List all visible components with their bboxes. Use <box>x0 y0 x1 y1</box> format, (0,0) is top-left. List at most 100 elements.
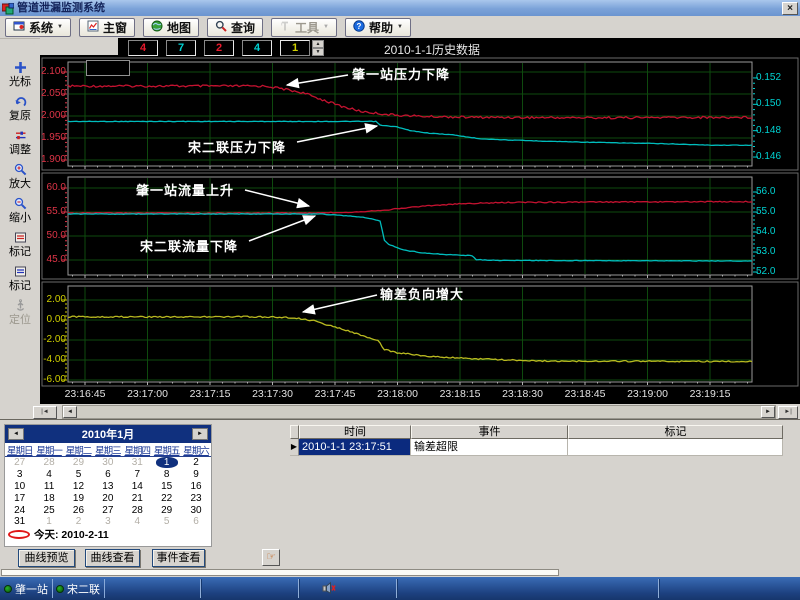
calendar-weekday-label: 星期五 <box>152 443 181 457</box>
chart-title: 2010-1-1历史数据 <box>312 41 552 58</box>
calendar-day[interactable]: 7 <box>123 469 152 480</box>
calendar-day[interactable]: 30 <box>93 457 122 468</box>
calendar-day[interactable]: 31 <box>123 457 152 468</box>
scroll-right-arrow[interactable]: ► <box>761 406 775 418</box>
scroll-left-arrow[interactable]: ◄ <box>63 406 77 418</box>
action-button[interactable]: 曲线查看 <box>85 549 140 567</box>
calendar-day[interactable]: 10 <box>5 481 34 492</box>
calendar-today-row[interactable]: 今天: 2010-2-11 <box>8 527 109 542</box>
calendar-day[interactable]: 16 <box>181 481 210 492</box>
sidebar-tool-adjust[interactable]: 调整 <box>0 129 40 157</box>
calendar-day[interactable]: 14 <box>123 481 152 492</box>
event-time-cell: 2010-1-1 23:17:51 <box>299 439 411 456</box>
x-axis-label: 23:18:00 <box>368 388 428 400</box>
calendar-day[interactable]: 31 <box>5 516 34 527</box>
calendar-day[interactable]: 27 <box>5 457 34 468</box>
calendar-day[interactable]: 4 <box>123 516 152 527</box>
today-label: 今天: 2010-2-11 <box>34 527 109 542</box>
apply-button[interactable]: ☞ <box>262 549 280 566</box>
calendar-weekdays: 星期日星期一星期二星期三星期四星期五星期六 <box>5 443 211 457</box>
goto-start-button[interactable]: |◄ <box>33 406 57 419</box>
calendar-day[interactable]: 1 <box>34 516 63 527</box>
x-axis-label: 23:17:15 <box>180 388 240 400</box>
calendar-day[interactable]: 30 <box>181 505 210 516</box>
calendar-day[interactable]: 3 <box>93 516 122 527</box>
row-pointer-icon: ▶ <box>290 439 299 456</box>
sidebar-tool-cursor-cross[interactable]: 光标 <box>0 61 40 89</box>
calendar-day[interactable]: 2 <box>64 516 93 527</box>
calendar-day[interactable]: 3 <box>5 469 34 480</box>
calendar-day[interactable]: 15 <box>152 481 181 492</box>
sidebar-tool-mark-red[interactable]: 标记 <box>0 231 40 259</box>
x-axis-label: 23:19:00 <box>618 388 678 400</box>
toolbar-button-map[interactable]: 地图 <box>143 18 199 37</box>
calendar-day[interactable]: 28 <box>123 505 152 516</box>
status-separator <box>298 579 299 598</box>
station-status-icon <box>4 585 12 593</box>
calendar-day[interactable]: 6 <box>93 469 122 480</box>
dropdown-arrow-icon: ▼ <box>397 24 403 30</box>
undo-icon <box>14 95 27 110</box>
goto-end-button[interactable]: ►| <box>778 406 798 419</box>
calendar-day[interactable]: 5 <box>152 516 181 527</box>
calendar-day[interactable]: 2 <box>181 457 210 468</box>
calendar-day[interactable]: 19 <box>64 493 93 504</box>
x-axis-label: 23:18:30 <box>493 388 553 400</box>
toolbar-button-system[interactable]: 系统▼ <box>5 18 71 37</box>
sidebar-tool-zoom-out[interactable]: 缩小 <box>0 197 40 225</box>
calendar-day[interactable]: 13 <box>93 481 122 492</box>
calendar-day[interactable]: 29 <box>152 505 181 516</box>
toolbar-button-help[interactable]: ?帮助▼ <box>345 18 411 37</box>
calendar-day[interactable]: 27 <box>93 505 122 516</box>
event-table-row[interactable]: ▶2010-1-1 23:17:51输差超限 <box>290 439 784 456</box>
calendar-day[interactable]: 23 <box>181 493 210 504</box>
sidebar-tool-zoom-in[interactable]: 放大 <box>0 163 40 191</box>
calendar-day[interactable]: 9 <box>181 469 210 480</box>
action-button[interactable]: 事件查看 <box>152 549 205 567</box>
calendar-next-button[interactable]: ► <box>192 428 208 440</box>
x-axis-label: 23:16:45 <box>55 388 115 400</box>
calendar-day[interactable]: 5 <box>64 469 93 480</box>
calendar-day[interactable]: 17 <box>5 493 34 504</box>
calendar-day[interactable]: 11 <box>34 481 63 492</box>
cursor-cross-icon <box>14 61 27 76</box>
status-separator <box>200 579 201 598</box>
action-button[interactable]: 曲线预览 <box>18 549 75 567</box>
sidebar-tool-label: 复原 <box>9 110 31 123</box>
tools-icon <box>279 20 291 35</box>
calendar-day[interactable]: 12 <box>64 481 93 492</box>
calendar-day[interactable]: 20 <box>93 493 122 504</box>
calendar-day[interactable]: 25 <box>34 505 63 516</box>
adjust-icon <box>14 129 27 144</box>
calendar-day[interactable]: 29 <box>64 457 93 468</box>
toolbar-button-label: 帮助 <box>369 19 393 36</box>
toolbar-button-main-window[interactable]: 主窗 <box>79 18 135 37</box>
today-marker-icon <box>8 530 30 539</box>
calendar-day[interactable]: 4 <box>34 469 63 480</box>
calendar-day[interactable]: 18 <box>34 493 63 504</box>
app-icon <box>2 2 14 14</box>
calendar-weekday-label: 星期六 <box>181 443 210 457</box>
toolbar-button-query[interactable]: 查询 <box>207 18 263 37</box>
calendar-day[interactable]: 26 <box>64 505 93 516</box>
calendar-day[interactable]: 22 <box>152 493 181 504</box>
calendar-day[interactable]: 6 <box>181 516 210 527</box>
calendar-day[interactable]: 8 <box>152 469 181 480</box>
calendar-day[interactable]: 28 <box>34 457 63 468</box>
calendar-day[interactable]: 1 <box>156 457 178 468</box>
calendar-day[interactable]: 24 <box>5 505 34 516</box>
calendar-day[interactable]: 21 <box>123 493 152 504</box>
calendar-prev-button[interactable]: ◄ <box>8 428 24 440</box>
column-header: 事件 <box>411 425 568 439</box>
sidebar-tool-mark-blue[interactable]: 标记 <box>0 265 40 293</box>
chart-annotation: 输差负向增大 <box>380 284 464 303</box>
sidebar-tool-undo[interactable]: 复原 <box>0 95 40 123</box>
close-button[interactable]: × <box>782 2 798 15</box>
locate-icon <box>14 299 27 314</box>
event-mark-cell <box>568 439 783 456</box>
chart-scrollbar[interactable]: ◄ ► <box>62 405 776 419</box>
toolbar-button-label: 地图 <box>167 19 191 36</box>
legend-box <box>86 60 130 76</box>
station-label: 宋二联 <box>67 581 100 597</box>
calendar-header: ◄ 2010年1月 ► <box>5 425 211 443</box>
